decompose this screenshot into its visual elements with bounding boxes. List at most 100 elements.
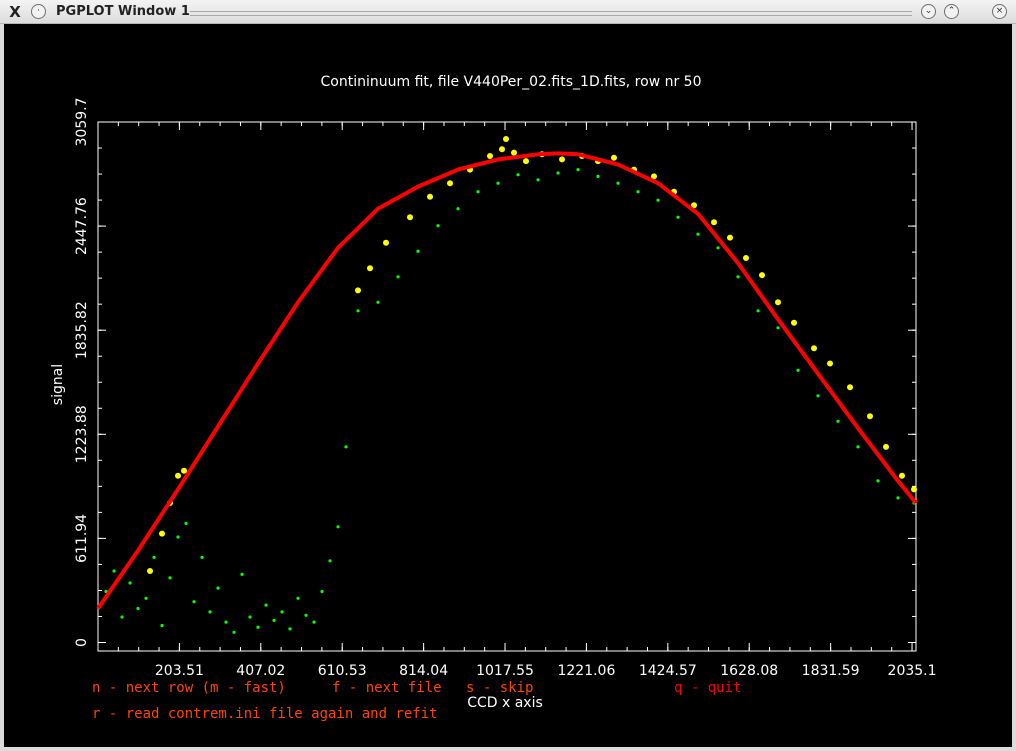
x-tick-label: 407.02	[236, 663, 285, 679]
continuum-point	[499, 146, 505, 153]
continuum-point	[383, 239, 389, 246]
spectrum-point	[296, 596, 300, 600]
spectrum-point	[144, 596, 148, 600]
x11-app-icon: X	[9, 3, 21, 21]
spectrum-point	[168, 576, 172, 580]
minimize-icon[interactable]: ⌄	[921, 4, 936, 19]
continuum-point	[711, 219, 717, 226]
close-icon[interactable]: ×	[992, 4, 1007, 19]
spectrum-point	[896, 496, 900, 500]
spectrum-point	[224, 620, 228, 624]
continuum-point	[355, 287, 361, 294]
spectrum-point	[192, 600, 196, 604]
menu-next-file: f - next file	[332, 680, 442, 696]
y-tick-label: 1223.88	[74, 405, 90, 463]
continuum-point	[847, 384, 853, 391]
continuum-point	[487, 153, 493, 159]
spectrum-point	[696, 232, 700, 236]
x-tick-label: 610.53	[318, 663, 367, 679]
spectrum-point	[304, 613, 308, 617]
spectrum-point	[816, 394, 820, 398]
continuum-point	[511, 149, 517, 156]
spectrum-point	[264, 603, 268, 607]
spectrum-point	[436, 224, 440, 228]
spectrum-point	[716, 246, 720, 250]
spectrum-point	[232, 630, 236, 634]
spectrum-point	[836, 419, 840, 423]
continuum-point	[159, 530, 165, 537]
continuum-point	[447, 180, 453, 187]
spectrum-point	[176, 535, 180, 539]
spectrum-point	[120, 615, 124, 619]
menu-next-row: n - next row (m - fast)	[92, 680, 286, 696]
continuum-point	[791, 319, 797, 326]
continuum-point	[503, 136, 509, 142]
y-tick-label: 1835.82	[74, 301, 90, 359]
x-tick-label: 1017.55	[476, 663, 534, 679]
pgplot-window: X · PGPLOT Window 1 ⌄ ⌃ × 203.51 407.02 61…	[0, 0, 1016, 751]
spectrum-point	[576, 168, 580, 172]
window-menu-icon[interactable]: ·	[31, 4, 46, 19]
continuum-point	[407, 214, 413, 221]
spectrum-point	[240, 572, 244, 577]
spectrum-point	[656, 198, 660, 202]
spectrum-point	[248, 615, 252, 619]
menu-quit: q - quit	[674, 680, 742, 696]
continuum-point	[367, 265, 373, 272]
window-title: PGPLOT Window 1	[56, 4, 190, 19]
spectrum-point	[328, 559, 332, 563]
title-rule	[190, 11, 912, 16]
spectrum-point	[280, 610, 284, 614]
y-tick-label: 0	[74, 638, 90, 647]
x-tick-label: 814.04	[399, 663, 448, 679]
x-tick-label: 203.51	[155, 663, 204, 679]
continuum-point	[727, 234, 733, 241]
spectrum-point	[344, 445, 348, 449]
spectrum-point	[496, 181, 500, 185]
spectrum-point	[416, 249, 420, 253]
x-tick-label: 1831.59	[802, 663, 860, 679]
spectrum-point	[636, 190, 640, 194]
menu-reread: r - read contrem.ini file again and refi…	[92, 706, 438, 722]
spectrum-point	[476, 190, 480, 194]
spectrum-point	[256, 625, 260, 629]
spectrum-point	[152, 555, 156, 560]
spectrum-point	[136, 606, 140, 611]
spectrum-point	[200, 555, 204, 560]
spectrum-point	[312, 620, 316, 624]
spectrum-point	[516, 173, 520, 177]
plot-frame	[97, 121, 917, 652]
maximize-icon[interactable]: ⌃	[944, 4, 959, 19]
spectrum-point	[272, 618, 276, 623]
spectrum-point	[536, 178, 540, 182]
menu-skip: s - skip	[466, 680, 534, 696]
chart-svg: 203.51 407.02 610.53 814.04 1017.55 1221.06 14…	[50, 74, 937, 711]
spectrum-point	[396, 275, 400, 279]
spectrum-point	[596, 174, 600, 178]
spectrum-point	[184, 521, 188, 525]
x-tick-label: 1221.06	[557, 663, 615, 679]
continuum-point	[883, 443, 889, 450]
spectrum-point	[556, 171, 560, 175]
spectrum-point	[856, 445, 860, 449]
continuum-point	[523, 158, 529, 165]
x-tick-label: 1424.57	[639, 663, 697, 679]
spectrum-point	[616, 181, 620, 185]
continuum-point	[899, 472, 905, 479]
y-axis-label: signal	[50, 364, 66, 405]
title-bar[interactable]: X · PGPLOT Window 1 ⌄ ⌃ ×	[0, 0, 1016, 24]
spectrum-point	[320, 589, 324, 594]
spectrum-point	[756, 309, 760, 313]
spectrum-point	[128, 581, 132, 585]
spectrum-point	[796, 368, 800, 372]
continuum-point	[611, 154, 617, 161]
continuum-point	[811, 345, 817, 352]
fit-curve-line	[96, 151, 918, 610]
spectrum-point	[160, 623, 164, 628]
continuum-point	[559, 156, 565, 163]
plot-canvas[interactable]: 203.51 407.02 610.53 814.04 1017.55 1221.06 14…	[4, 24, 1012, 747]
continuum-point	[867, 413, 873, 420]
spectrum-point	[736, 275, 740, 279]
continuum-point	[175, 472, 181, 479]
continuum-point	[181, 467, 187, 474]
